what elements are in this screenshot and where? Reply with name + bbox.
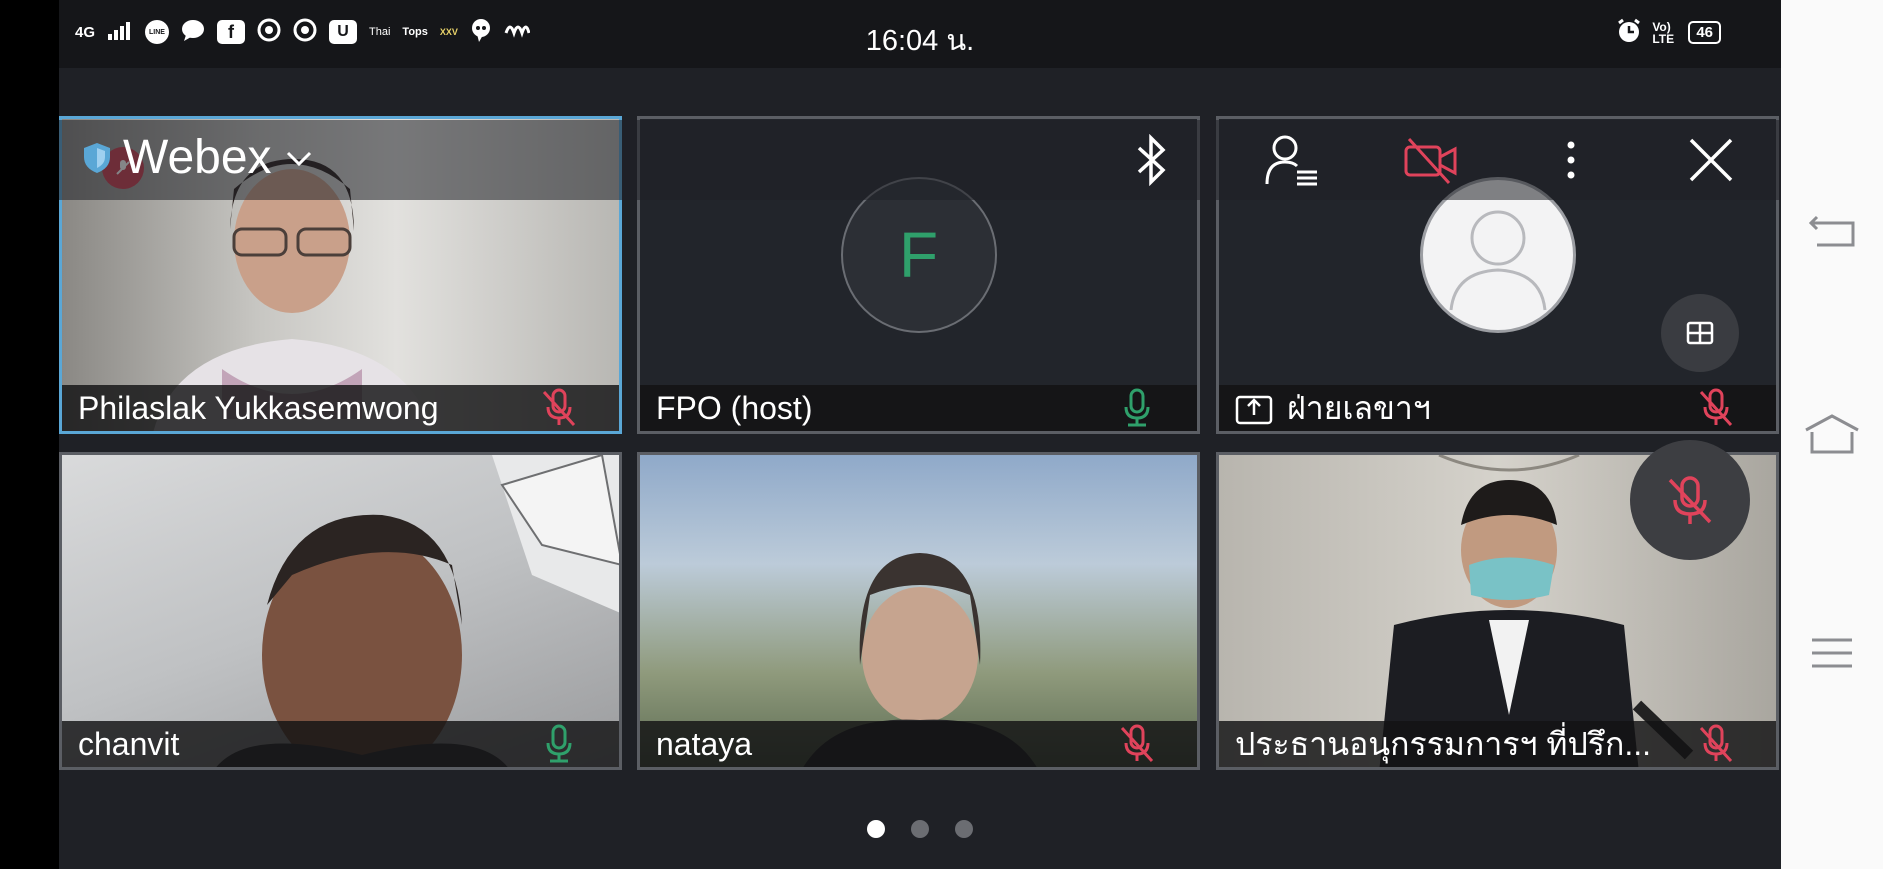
participant-name: FPO (host) <box>640 385 1197 431</box>
participant-name-label: chanvit <box>78 725 180 762</box>
system-navigation-bar <box>1781 0 1883 869</box>
home-icon <box>1805 414 1859 454</box>
mic-icon <box>1117 387 1157 427</box>
mic-icon <box>539 723 579 763</box>
participant-name: chanvit <box>62 721 619 767</box>
left-screen-edge <box>0 0 59 869</box>
participant-name-label: ประธานอนุกรรมการฯ ที่ปรึก... <box>1235 725 1652 762</box>
participant-name-label: Philaslak Yukkasemwong <box>78 389 439 426</box>
status-bar: 4G LINE f U Thai Tops XXV 16:04 น. Vo) L… <box>59 0 1781 68</box>
page-dot[interactable] <box>867 820 885 838</box>
page-dot[interactable] <box>955 820 973 838</box>
more-vertical-icon <box>1567 141 1575 179</box>
mute-button[interactable] <box>1630 440 1750 560</box>
grid-icon <box>1686 321 1714 345</box>
mic-muted-icon <box>1668 476 1712 524</box>
video-off-icon <box>1404 137 1457 185</box>
participant-tile[interactable]: chanvit <box>59 452 622 770</box>
leave-meeting-button[interactable] <box>1679 128 1743 192</box>
menu-icon <box>1812 638 1852 668</box>
chevron-down-icon <box>286 142 312 174</box>
back-icon <box>1808 215 1855 247</box>
app-switcher[interactable]: Webex <box>83 130 312 185</box>
share-screen-icon <box>1235 395 1273 425</box>
bluetooth-button[interactable] <box>1119 128 1183 192</box>
mic-muted-icon <box>1696 723 1736 763</box>
battery-indicator: 46 <box>1688 21 1721 44</box>
recents-button[interactable] <box>1803 624 1861 682</box>
participant-name: nataya <box>640 721 1197 767</box>
meeting-screen: Philaslak Yukkasemwong F FPO (host) ฝ่าย… <box>59 68 1781 869</box>
avatar <box>1419 177 1576 333</box>
mic-muted-icon <box>1117 723 1157 763</box>
volte-label: Vo) LTE <box>1652 19 1675 46</box>
back-button[interactable] <box>1803 200 1861 258</box>
participant-name: Philaslak Yukkasemwong <box>62 385 619 431</box>
page-indicator <box>59 820 1781 838</box>
clock: 16:04 น. <box>865 25 975 57</box>
page-dot[interactable] <box>911 820 929 838</box>
participant-tile[interactable]: nataya <box>637 452 1200 770</box>
mic-muted-icon <box>539 387 579 427</box>
mic-muted-icon <box>1696 387 1736 427</box>
avatar: F <box>840 177 997 333</box>
participants-button[interactable] <box>1259 128 1323 192</box>
alarm-icon <box>1616 18 1642 47</box>
layout-toggle-button[interactable] <box>1661 294 1739 372</box>
app-name: Webex <box>123 131 272 184</box>
participants-icon <box>1265 135 1317 186</box>
secure-shield-icon <box>84 142 110 173</box>
home-button[interactable] <box>1803 405 1861 463</box>
participant-name: ฝ่ายเลขาฯ <box>1219 385 1776 431</box>
avatar-initial: F <box>898 219 939 291</box>
close-icon <box>1689 138 1733 182</box>
more-options-button[interactable] <box>1539 128 1603 192</box>
participant-name-label: ฝ่ายเลขาฯ <box>1287 389 1431 426</box>
participant-name-label: FPO (host) <box>656 389 813 426</box>
participant-name-label: nataya <box>656 725 753 762</box>
meeting-toolbar: Webex <box>59 120 1781 200</box>
person-icon <box>1449 210 1546 311</box>
bluetooth-icon <box>1137 134 1166 186</box>
system-status: Vo) LTE 46 <box>1616 18 1721 47</box>
camera-toggle-button[interactable] <box>1399 128 1463 192</box>
participant-name: ประธานอนุกรรมการฯ ที่ปรึก... <box>1219 721 1776 767</box>
